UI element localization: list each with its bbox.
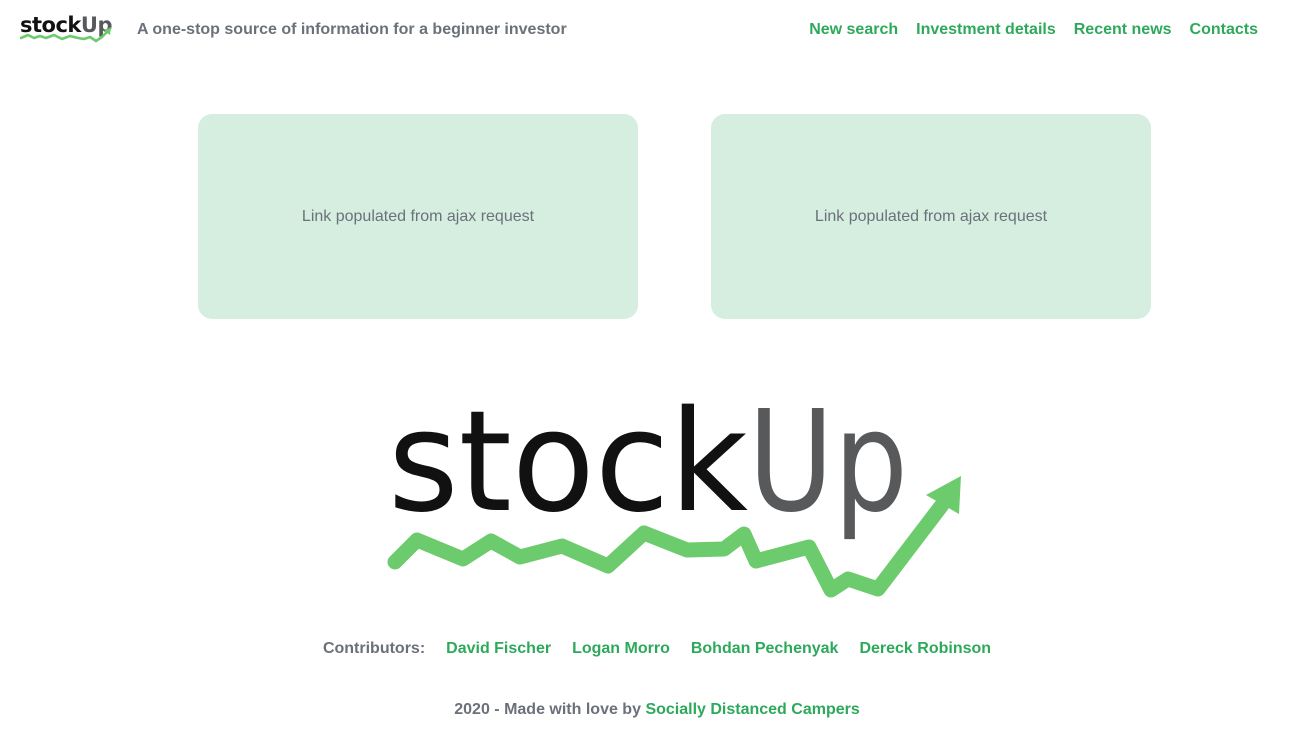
stockup-logo-small[interactable]: stockUp (20, 12, 114, 46)
nav-recent-news[interactable]: Recent news (1074, 21, 1172, 39)
tagline: A one-stop source of information for a b… (137, 21, 567, 38)
link-card[interactable]: Link populated from ajax request (198, 114, 638, 319)
svg-text:Up: Up (748, 402, 908, 544)
contributors-label: Contributors: (322, 640, 426, 657)
link-card-text: Link populated from ajax request (301, 207, 535, 225)
nav-new-search[interactable]: New search (809, 21, 898, 39)
team-link[interactable]: Socially Distanced Campers (645, 701, 859, 718)
stockup-logo-large: stock Up (387, 402, 961, 598)
nav-contacts[interactable]: Contacts (1190, 21, 1258, 39)
link-card[interactable]: Link populated from ajax request (711, 114, 1151, 319)
contributor-link[interactable]: Bohdan Pechenyak (691, 640, 839, 658)
contributors: Contributors: David Fischer Logan Morro … (0, 640, 1314, 658)
contributor-link[interactable]: Logan Morro (572, 640, 670, 658)
link-card-text: Link populated from ajax request (814, 207, 1048, 225)
footer-text: 2020 - Made with love by (454, 701, 641, 718)
contributor-link[interactable]: Dereck Robinson (859, 640, 991, 658)
main-nav: New search Investment details Recent new… (809, 21, 1258, 39)
svg-text:stockUp: stockUp (20, 13, 112, 37)
header: stockUp A one-stop source of information… (0, 0, 1314, 60)
footer: 2020 - Made with love by Socially Distan… (0, 701, 1314, 719)
svg-text:stock: stock (388, 402, 748, 544)
contributor-link[interactable]: David Fischer (446, 640, 551, 658)
nav-investment-details[interactable]: Investment details (916, 21, 1056, 39)
